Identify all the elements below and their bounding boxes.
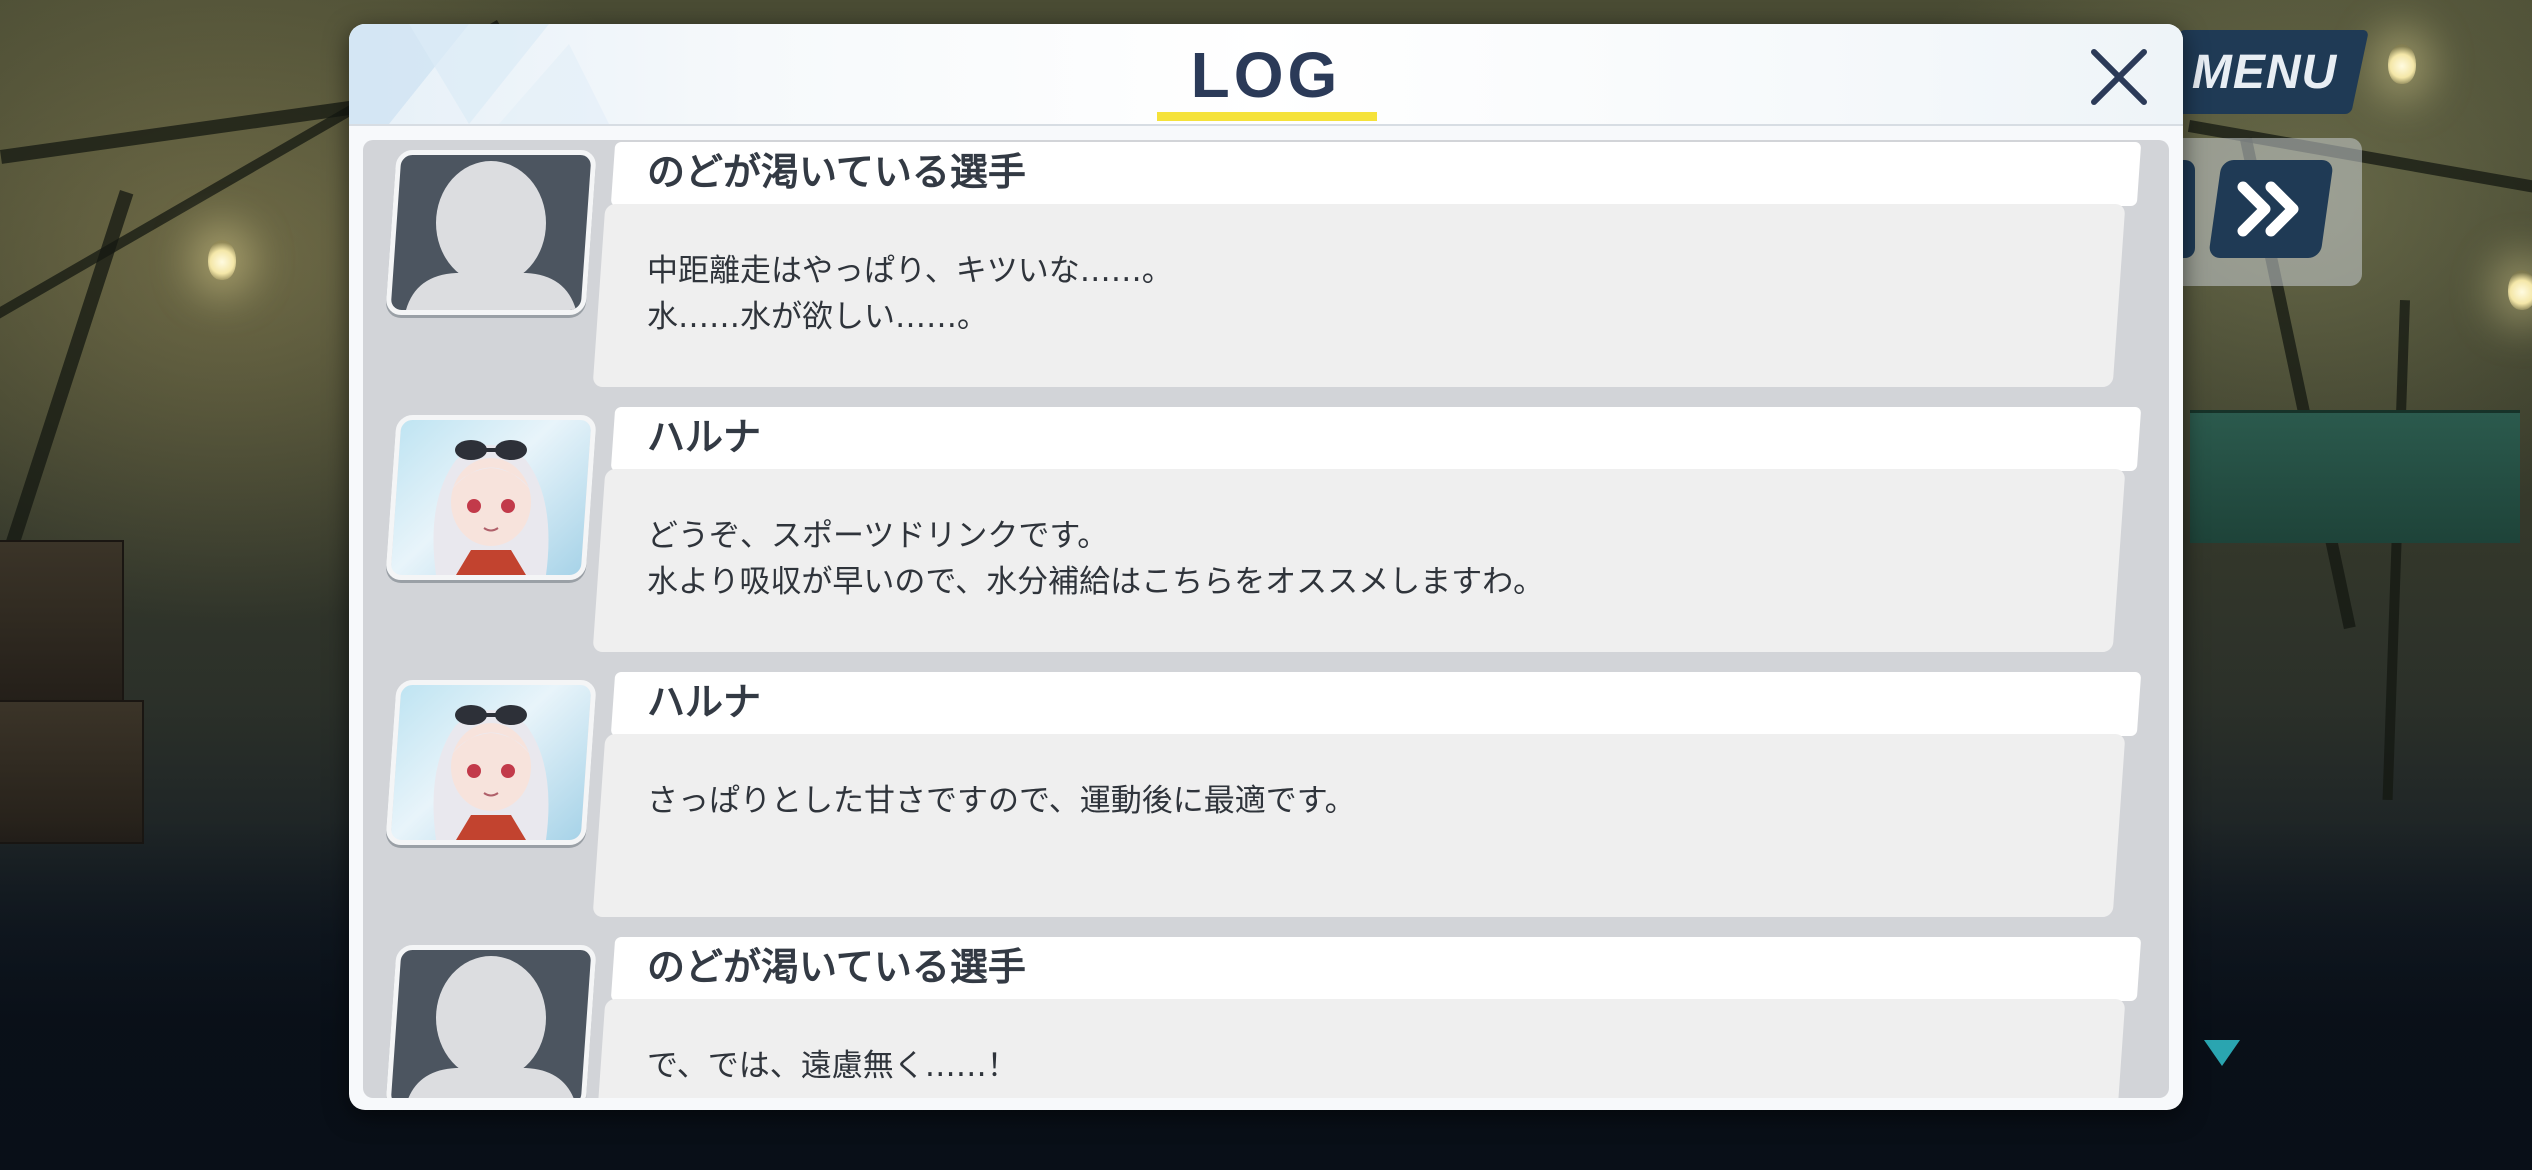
log-entry: のどが渇いている選手 で、では、遠慮無く……！ bbox=[363, 933, 2169, 1098]
dialogue-line: さっぱりとした甘さですので、運動後に最適です。 bbox=[647, 783, 1356, 819]
light-bulb bbox=[2388, 44, 2416, 84]
title-underline bbox=[1157, 112, 1377, 121]
crate bbox=[0, 540, 124, 704]
light-bulb bbox=[2508, 270, 2532, 310]
silhouette-avatar bbox=[385, 945, 597, 1098]
fast-forward-icon bbox=[2237, 181, 2299, 237]
menu-button[interactable]: MENU bbox=[2161, 30, 2369, 114]
speaker-name: のどが渇いている選手 bbox=[647, 945, 1026, 989]
dialogue-line: 水……水が欲しい……。 bbox=[647, 299, 988, 335]
silhouette-avatar bbox=[385, 150, 597, 315]
log-list[interactable]: のどが渇いている選手 中距離走はやっぱり、キツいな……。 水……水が欲しい……。 bbox=[363, 140, 2169, 1098]
green-banner bbox=[2190, 410, 2520, 543]
dialogue-bubble bbox=[592, 734, 2126, 917]
speaker-tab bbox=[610, 407, 2142, 471]
speaker-name: ハルナ bbox=[647, 415, 762, 459]
skip-button[interactable] bbox=[2208, 160, 2334, 258]
dialogue-line: どうぞ、スポーツドリンクです。 bbox=[647, 518, 1109, 554]
speaker-name: のどが渇いている選手 bbox=[647, 150, 1026, 194]
speaker-tab bbox=[610, 672, 2142, 736]
close-icon bbox=[2091, 49, 2147, 105]
haruna-avatar bbox=[385, 680, 597, 845]
triangle-down-icon bbox=[2204, 1040, 2240, 1066]
scroll-more-indicator bbox=[2204, 1040, 2240, 1072]
dialogue-line: 水より吸収が早いので、水分補給はこちらをオススメしますわ。 bbox=[647, 564, 1545, 600]
log-panel-header: LOG bbox=[349, 24, 2183, 126]
log-entry: ハルナ さっぱりとした甘さですので、運動後に最適です。 bbox=[363, 668, 2169, 917]
log-panel: LOG のどが渇いている選手 中距離走はやっぱり、キツいな……。 水……水が欲し… bbox=[349, 24, 2183, 1110]
log-entry: のどが渇いている選手 中距離走はやっぱり、キツいな……。 水……水が欲しい……。 bbox=[363, 140, 2169, 387]
haruna-avatar bbox=[385, 415, 597, 580]
close-button[interactable] bbox=[2084, 42, 2154, 112]
light-bulb bbox=[208, 240, 236, 280]
menu-label: MENU bbox=[2192, 45, 2338, 99]
dialogue-line: 中距離走はやっぱり、キツいな……。 bbox=[647, 253, 1173, 289]
log-title: LOG bbox=[1190, 39, 1342, 111]
speaker-name: ハルナ bbox=[647, 680, 762, 724]
log-entry: ハルナ どうぞ、スポーツドリンクです。 水より吸収が早いので、水分補給はこちらを… bbox=[363, 403, 2169, 652]
dialogue-line: で、では、遠慮無く……！ bbox=[647, 1048, 1018, 1084]
